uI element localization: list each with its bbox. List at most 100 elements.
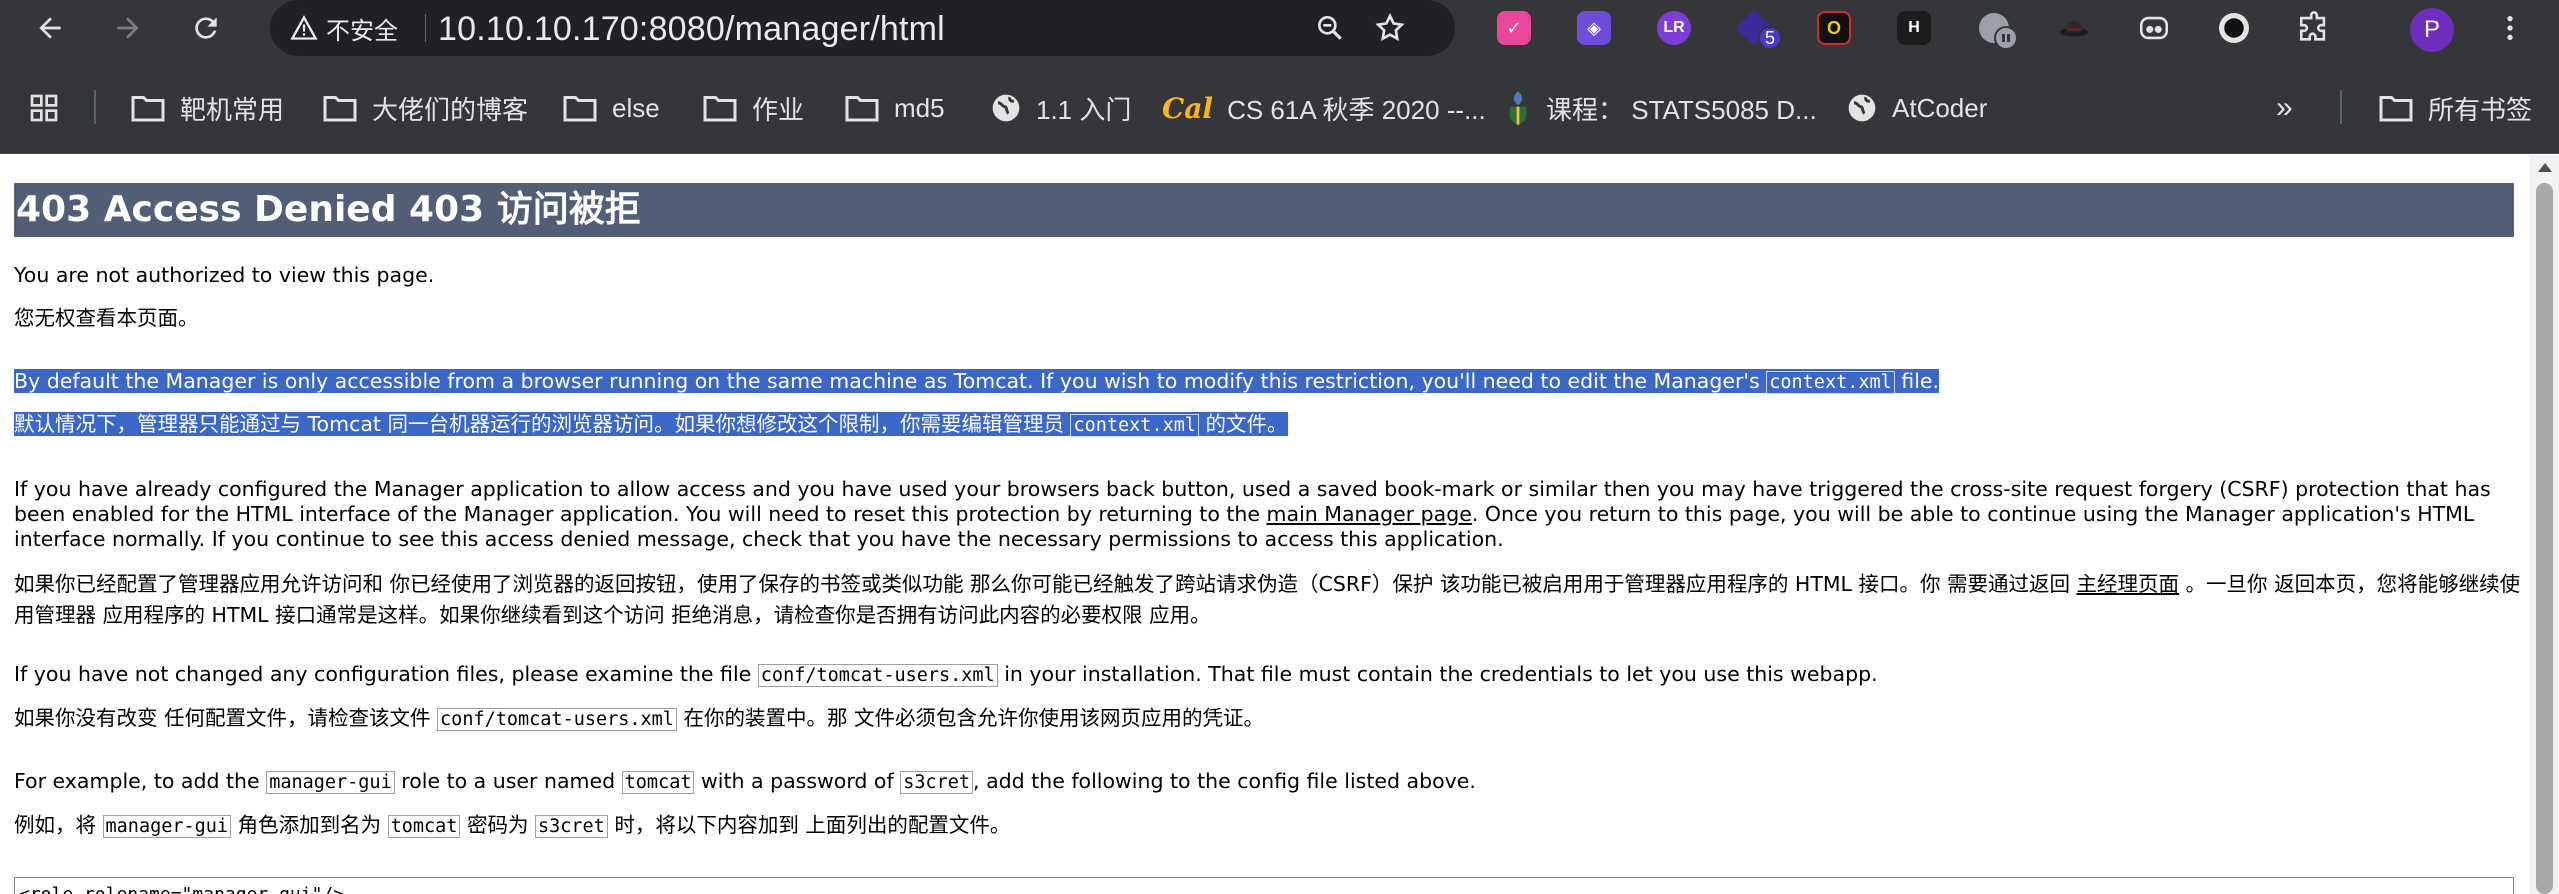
bookmark-label: else bbox=[612, 92, 660, 123]
text-run: 的文件。 bbox=[1199, 412, 1288, 436]
hat-icon bbox=[2059, 20, 2089, 37]
text-run: 时，将以下内容加到 上面列出的配置文件。 bbox=[607, 813, 1011, 837]
security-label: 不安全 bbox=[326, 17, 398, 45]
code-role: manager-gui bbox=[266, 771, 395, 794]
bookmark-folder-2[interactable]: 大佬们的博客 bbox=[322, 88, 528, 128]
main-manager-page-link[interactable]: main Manager page bbox=[1267, 502, 1472, 526]
text-run: in your installation. That file must con… bbox=[997, 662, 1878, 686]
code-context-xml: context.xml bbox=[1766, 371, 1895, 394]
text-run: 如果你已经配置了管理器应用允许访问和 你已经使用了浏览器的返回按钮，使用了保存的… bbox=[14, 572, 2077, 596]
arrow-right-icon bbox=[117, 17, 139, 39]
text-run: By default the Manager is only accessibl… bbox=[14, 369, 1767, 393]
cal-logo-icon: Cal bbox=[1162, 91, 1214, 125]
bookmarks-overflow-button[interactable]: » bbox=[2276, 88, 2293, 128]
extension-h[interactable]: H bbox=[1894, 8, 1934, 48]
bookmark-folder-1[interactable]: 靶机常用 bbox=[130, 88, 284, 128]
folder-icon bbox=[323, 96, 357, 122]
scrollbar-thumb[interactable] bbox=[2536, 183, 2553, 894]
reload-icon bbox=[195, 17, 217, 39]
text-run: 默认情况下，管理器只能通过与 Tomcat 同一台机器运行的浏览器访问。如果你想… bbox=[14, 412, 1071, 436]
code-user: tomcat bbox=[621, 771, 695, 794]
arrow-left-icon bbox=[39, 17, 61, 39]
paragraph-not-authorized-zh: 您无权查看本页面。 bbox=[14, 306, 199, 330]
extension-purple-shield[interactable]: ◈ bbox=[1574, 8, 1614, 48]
bookmark-label: 大佬们的博客 bbox=[372, 94, 529, 125]
extensions-menu-button[interactable] bbox=[2294, 8, 2334, 48]
translate-ext-icon: ✓ bbox=[1497, 11, 1531, 45]
main-manager-page-link-zh[interactable]: 主经理页面 bbox=[2077, 572, 2180, 596]
text-run: 如果你没有改变 任何配置文件，请检查该文件 bbox=[14, 706, 438, 730]
globe-icon bbox=[992, 94, 1020, 122]
forward-button[interactable] bbox=[106, 6, 150, 50]
paragraph-example-en: For example, to add the manager-gui role… bbox=[14, 769, 1476, 795]
bookmark-stats5085[interactable]: 课程： STATS5085 D... bbox=[1504, 88, 1817, 128]
text-run: 在你的装置中。那 文件必须包含允许你使用该网页应用的凭证。 bbox=[676, 706, 1264, 730]
address-bar[interactable]: 不安全 10.10.10.170:8080/manager/html bbox=[270, 0, 1455, 56]
ring-icon bbox=[2219, 13, 2249, 43]
code-password: s3cret bbox=[900, 771, 974, 794]
bookmark-folder-3[interactable]: else bbox=[562, 88, 660, 128]
bookmark-label: 作业 bbox=[752, 94, 805, 125]
warning-icon bbox=[290, 15, 318, 40]
apps-button[interactable] bbox=[28, 88, 60, 128]
glasses-icon bbox=[2139, 16, 2169, 40]
extension-hat[interactable] bbox=[2054, 8, 2094, 48]
url-text[interactable]: 10.10.10.170:8080/manager/html bbox=[438, 10, 945, 49]
text-run: , add the following to the config file l… bbox=[973, 769, 1476, 793]
bookmark-label: 1.1 入门 bbox=[1036, 94, 1132, 125]
all-bookmarks-button[interactable]: 所有书签 bbox=[2378, 88, 2532, 128]
code-role: manager-gui bbox=[102, 815, 232, 838]
text-run: with a password of bbox=[694, 769, 901, 793]
config-snippet: <role rolename="manager-gui"/> bbox=[14, 877, 2514, 894]
code-tomcat-users: conf/tomcat-users.xml bbox=[437, 708, 677, 731]
bookmark-label: 靶机常用 bbox=[180, 94, 285, 125]
bookmark-intro[interactable]: 1.1 入门 bbox=[990, 88, 1131, 128]
bookmarks-separator bbox=[2340, 90, 2342, 124]
code-user: tomcat bbox=[387, 815, 461, 838]
puzzle-icon bbox=[2299, 11, 2326, 41]
globe-icon bbox=[1848, 94, 1876, 122]
page-scrollbar[interactable] bbox=[2530, 155, 2559, 894]
reload-button[interactable] bbox=[184, 6, 228, 50]
bookmark-label: md5 bbox=[894, 92, 945, 123]
bookmark-cs61a[interactable]: Cal CS 61A 秋季 2020 --... bbox=[1162, 88, 1486, 128]
paragraph-default-access-zh: 默认情况下，管理器只能通过与 Tomcat 同一台机器运行的浏览器访问。如果你想… bbox=[14, 412, 1288, 438]
extension-translate[interactable]: ✓ bbox=[1494, 8, 1534, 48]
extension-badge-5[interactable]: 5 bbox=[1734, 8, 1782, 50]
omnibox-divider bbox=[425, 14, 426, 42]
extension-red-logo[interactable]: O bbox=[1814, 8, 1854, 48]
extension-circle[interactable] bbox=[2214, 8, 2254, 48]
browser-menu-button[interactable] bbox=[2488, 6, 2532, 50]
bookmark-label: 课程： STATS5085 D... bbox=[1546, 94, 1817, 125]
text-run: For example, to add the bbox=[14, 769, 267, 793]
star-icon bbox=[1375, 12, 1405, 41]
bookmark-label: CS 61A 秋季 2020 --... bbox=[1227, 94, 1486, 125]
kebab-menu-icon bbox=[2507, 16, 2513, 40]
text-run: 例如，将 bbox=[14, 813, 103, 837]
scroll-up-arrow-icon[interactable] bbox=[2538, 163, 2552, 172]
code-password: s3cret bbox=[534, 815, 608, 838]
code-context-xml: context.xml bbox=[1070, 414, 1199, 437]
extension-paused[interactable] bbox=[1974, 8, 2018, 50]
bookmark-atcoder[interactable]: AtCoder bbox=[1846, 88, 1987, 128]
text-run: 角色添加到名为 bbox=[231, 813, 388, 837]
bookmark-label: 所有书签 bbox=[2428, 94, 2533, 125]
bookmark-star-button[interactable] bbox=[1370, 8, 1410, 48]
bookmark-folder-4[interactable]: 作业 bbox=[702, 88, 804, 128]
crest-icon bbox=[1509, 91, 1527, 125]
extension-glasses[interactable] bbox=[2134, 8, 2174, 48]
folder-icon bbox=[2379, 96, 2413, 122]
paragraph-config-zh: 如果你没有改变 任何配置文件，请检查该文件 conf/tomcat-users.… bbox=[14, 706, 1264, 732]
paragraph-not-authorized-en: You are not authorized to view this page… bbox=[14, 263, 435, 287]
bookmark-folder-5[interactable]: md5 bbox=[844, 88, 945, 128]
security-chip[interactable]: 不安全 bbox=[290, 13, 398, 45]
zoom-button[interactable] bbox=[1310, 8, 1350, 48]
paragraph-csrf-en: If you have already configured the Manag… bbox=[14, 477, 2524, 552]
back-button[interactable] bbox=[28, 6, 72, 50]
text-run: file. bbox=[1894, 369, 1940, 393]
paragraph-csrf-zh: 如果你已经配置了管理器应用允许访问和 你已经使用了浏览器的返回按钮，使用了保存的… bbox=[14, 569, 2524, 631]
page-content: 403 Access Denied 403 访问被拒 You are not a… bbox=[0, 155, 2530, 894]
folder-icon bbox=[563, 96, 597, 122]
profile-avatar[interactable]: P bbox=[2410, 8, 2454, 52]
extension-lr[interactable]: LR bbox=[1654, 8, 1694, 48]
